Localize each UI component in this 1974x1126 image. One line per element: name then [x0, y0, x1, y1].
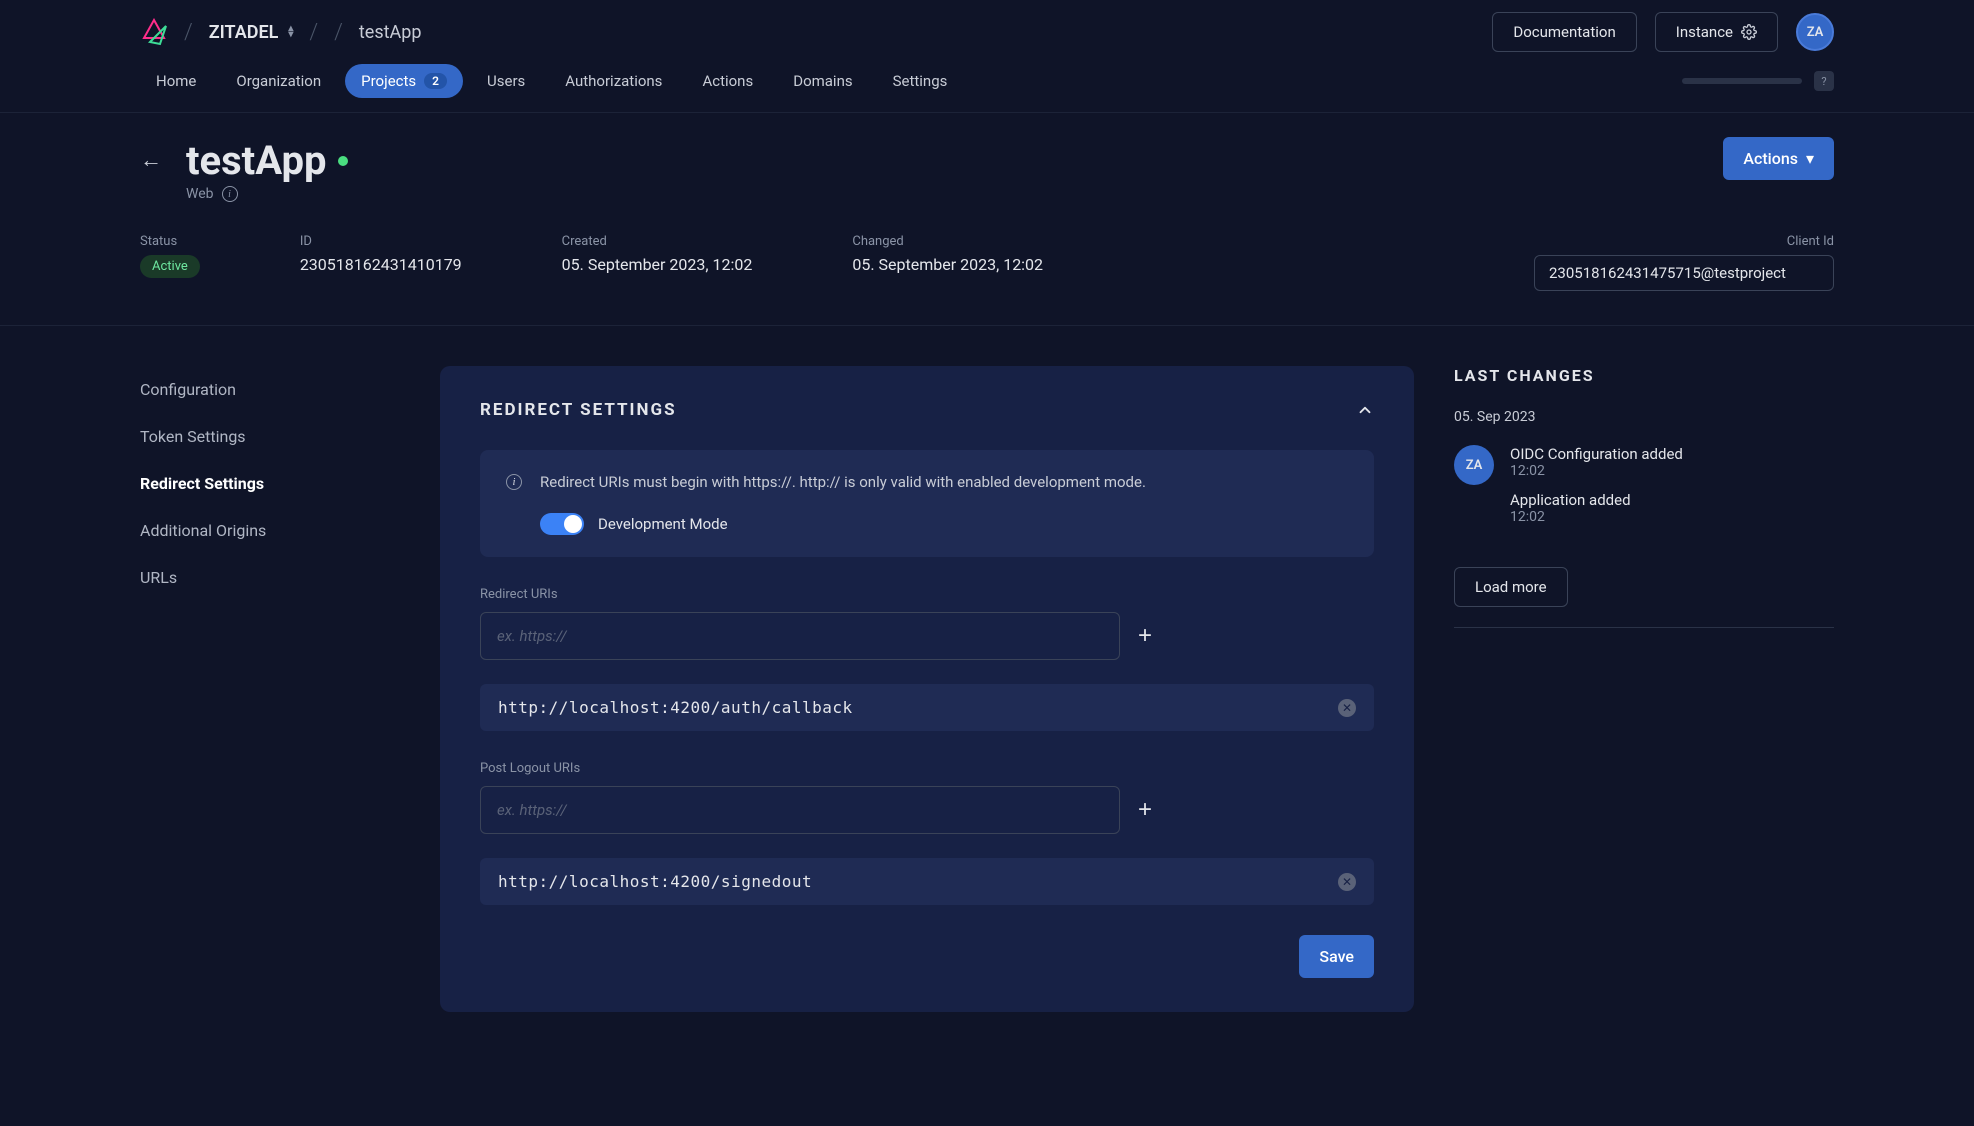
info-icon[interactable]: i	[222, 186, 238, 202]
redirect-info-text: Redirect URIs must begin with https://. …	[540, 472, 1146, 493]
sidenav-additional-origins[interactable]: Additional Origins	[140, 507, 400, 554]
meta-clientid-label: Client Id	[1787, 234, 1834, 249]
add-logout-uri-button[interactable]: +	[1138, 796, 1152, 824]
status-dot-icon	[338, 156, 348, 166]
logout-uri-input[interactable]	[480, 786, 1120, 834]
remove-logout-uri-button[interactable]: ✕	[1338, 873, 1356, 891]
app-name: testApp	[186, 137, 326, 184]
app-type: Web	[186, 186, 214, 202]
change-event-title: Application added	[1510, 491, 1834, 509]
projects-count-badge: 2	[424, 73, 447, 89]
instance-button[interactable]: Instance	[1655, 12, 1778, 52]
chevron-up-down-icon: ▴▾	[288, 26, 293, 38]
add-redirect-uri-button[interactable]: +	[1138, 622, 1152, 650]
dev-mode-label: Development Mode	[598, 515, 728, 533]
sidenav-redirect-settings[interactable]: Redirect Settings	[140, 460, 400, 507]
instance-label: Instance	[1676, 23, 1733, 41]
user-avatar[interactable]: ZA	[1796, 13, 1834, 51]
changes-title: LAST CHANGES	[1454, 366, 1834, 385]
redirect-uris-label: Redirect URIs	[480, 587, 1374, 602]
redirect-uri-input[interactable]	[480, 612, 1120, 660]
nav-slider[interactable]	[1682, 78, 1802, 84]
chevron-down-icon: ▾	[1806, 149, 1814, 168]
nav-organization[interactable]: Organization	[220, 64, 337, 98]
breadcrumb-slash-1: /	[184, 20, 193, 45]
sidenav-configuration[interactable]: Configuration	[140, 366, 400, 413]
load-more-button[interactable]: Load more	[1454, 567, 1568, 607]
breadcrumb-app[interactable]: testApp	[359, 22, 422, 43]
nav-authorizations[interactable]: Authorizations	[549, 64, 678, 98]
meta-id-value: 230518162431410179	[300, 255, 462, 274]
org-selector[interactable]: ZITADEL ▴▾	[209, 22, 294, 43]
meta-id-label: ID	[300, 234, 462, 249]
sidenav-token-settings[interactable]: Token Settings	[140, 413, 400, 460]
panel-title: REDIRECT SETTINGS	[480, 400, 677, 420]
meta-changed-value: 05. September 2023, 12:02	[852, 255, 1043, 274]
nav-users[interactable]: Users	[471, 64, 541, 98]
redirect-uri-chip: http://localhost:4200/auth/callback ✕	[480, 684, 1374, 731]
redirect-uri-value: http://localhost:4200/auth/callback	[498, 698, 853, 717]
meta-status-label: Status	[140, 234, 200, 249]
org-name: ZITADEL	[209, 22, 279, 43]
nav-projects[interactable]: Projects 2	[345, 64, 463, 98]
dev-mode-toggle[interactable]	[540, 513, 584, 535]
breadcrumb-slash-2: /	[309, 20, 318, 45]
logout-uri-value: http://localhost:4200/signedout	[498, 872, 812, 891]
logout-uri-chip: http://localhost:4200/signedout ✕	[480, 858, 1374, 905]
help-chip[interactable]: ?	[1814, 71, 1834, 91]
status-badge: Active	[140, 255, 200, 278]
divider	[1454, 627, 1834, 628]
change-date: 05. Sep 2023	[1454, 409, 1834, 425]
remove-redirect-uri-button[interactable]: ✕	[1338, 699, 1356, 717]
sidenav-urls[interactable]: URLs	[140, 554, 400, 601]
meta-created-value: 05. September 2023, 12:02	[562, 255, 753, 274]
nav-home[interactable]: Home	[140, 64, 212, 98]
actions-button[interactable]: Actions ▾	[1723, 137, 1834, 180]
nav-settings[interactable]: Settings	[877, 64, 964, 98]
change-event-time: 12:02	[1510, 509, 1834, 525]
info-icon: i	[506, 474, 522, 490]
gear-icon	[1741, 24, 1757, 40]
logo	[140, 18, 168, 46]
client-id-field[interactable]: 230518162431475715@testproject	[1534, 255, 1834, 291]
documentation-label: Documentation	[1513, 23, 1615, 41]
documentation-button[interactable]: Documentation	[1492, 12, 1636, 52]
save-button[interactable]: Save	[1299, 935, 1374, 978]
meta-changed-label: Changed	[852, 234, 1043, 249]
nav-actions[interactable]: Actions	[686, 64, 769, 98]
breadcrumb-slash-3: /	[334, 20, 343, 45]
logout-uris-label: Post Logout URIs	[480, 761, 1374, 776]
meta-created-label: Created	[562, 234, 753, 249]
chevron-up-icon[interactable]	[1356, 401, 1374, 419]
change-avatar: ZA	[1454, 445, 1494, 485]
change-event-time: 12:02	[1510, 463, 1834, 479]
actions-label: Actions	[1743, 149, 1798, 168]
nav-domains[interactable]: Domains	[777, 64, 868, 98]
change-event-title: OIDC Configuration added	[1510, 445, 1834, 463]
back-arrow-icon[interactable]: ←	[140, 147, 162, 173]
